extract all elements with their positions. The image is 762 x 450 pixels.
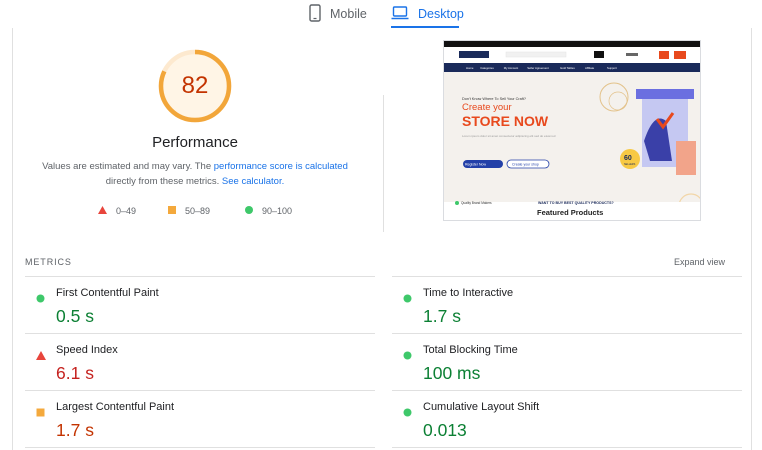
description-text-2: directly from these metrics. — [105, 176, 222, 187]
preview-footer-left: Quality Brand Makers — [461, 201, 492, 205]
preview-featured-products: Featured Products — [537, 208, 603, 217]
circle-icon — [245, 206, 253, 216]
preview-eyebrow: Don't Know Where To Sell Your Craft? — [462, 97, 526, 101]
metric-time-to-interactive: Time to Interactive 1.7 s — [403, 287, 733, 343]
preview-nav-item: My Account — [504, 66, 519, 70]
metric-value: 6.1 s — [56, 363, 94, 383]
circle-icon — [403, 290, 412, 308]
metrics-section-label: METRICS — [25, 257, 72, 267]
preview-nav-item: Home — [466, 66, 474, 70]
tab-desktop[interactable]: Desktop — [391, 0, 464, 28]
score-calculated-link[interactable]: performance score is calculated — [214, 161, 348, 172]
tab-desktop-label: Desktop — [418, 7, 464, 21]
legend-average-label: 50–89 — [185, 206, 211, 216]
preview-nav-item: Affiliate — [585, 66, 595, 70]
tab-mobile-label: Mobile — [330, 7, 367, 21]
metric-value: 100 ms — [423, 363, 481, 383]
performance-score: 82 — [181, 72, 209, 99]
legend-good: 90–100 — [245, 204, 292, 218]
metric-name: Cumulative Layout Shift — [423, 401, 540, 413]
preview-nav-item: Categories — [480, 66, 494, 70]
metric-name: Speed Index — [56, 344, 118, 356]
metric-total-blocking-time: Total Blocking Time 100 ms — [403, 344, 733, 400]
preview-footer-tagline: WANT TO BUY BEST QUALITY PRODUCTS? — [538, 201, 614, 205]
metric-speed-index: Speed Index 6.1 s — [36, 344, 366, 400]
circle-icon — [403, 347, 412, 365]
preview-nav-item: Seller Agreement — [527, 66, 549, 70]
preview-sub-text: Lorem ipsum dolor sit amet consectetur a… — [462, 134, 556, 138]
preview-nav-item: Support — [607, 66, 617, 70]
preview-button-primary: Register Now — [465, 163, 486, 167]
expand-view-button[interactable]: Expand view — [674, 257, 725, 267]
metrics-divider — [392, 276, 742, 277]
preview-headline-1: Create your — [462, 102, 512, 113]
metric-value: 1.7 s — [423, 306, 461, 326]
legend-poor: 0–49 — [98, 204, 136, 218]
triangle-icon — [98, 206, 107, 216]
metric-name: Time to Interactive — [423, 287, 514, 299]
metrics-divider — [25, 276, 375, 277]
square-icon — [168, 206, 176, 216]
preview-nav-item: Gold Tables — [560, 66, 575, 70]
circle-icon — [403, 404, 412, 422]
circle-icon — [36, 290, 45, 308]
device-tabs: Mobile Desktop — [0, 0, 762, 30]
laptop-icon — [391, 5, 409, 23]
metric-largest-contentful-paint: Largest Contentful Paint 1.7 s — [36, 401, 366, 450]
square-icon — [36, 404, 45, 422]
legend-good-label: 90–100 — [262, 206, 293, 216]
legend-average: 50–89 — [168, 204, 210, 218]
legend-poor-label: 0–49 — [116, 206, 137, 216]
metric-name: Largest Contentful Paint — [56, 401, 175, 413]
metric-first-contentful-paint: First Contentful Paint 0.5 s — [36, 287, 366, 343]
see-calculator-link[interactable]: See calculator. — [222, 176, 284, 187]
metric-value: 1.7 s — [56, 420, 94, 440]
performance-description: Values are estimated and may vary. The p… — [34, 159, 356, 189]
phone-icon — [309, 3, 321, 25]
description-text: Values are estimated and may vary. The — [42, 161, 214, 172]
preview-badge: 60 — [624, 155, 632, 162]
preview-badge-sub: SELLERS — [624, 163, 636, 166]
metric-value: 0.013 — [423, 420, 467, 440]
final-screenshot-preview: Don't Know Where To Sell Your Craft? Cre… — [443, 40, 701, 221]
triangle-icon — [36, 347, 46, 365]
tab-mobile[interactable]: Mobile — [309, 0, 367, 28]
metric-value: 0.5 s — [56, 306, 94, 326]
metric-cumulative-layout-shift: Cumulative Layout Shift 0.013 — [403, 401, 733, 450]
metric-name: Total Blocking Time — [423, 344, 518, 356]
preview-button-secondary: Create your shop — [512, 163, 539, 167]
preview-headline-2: STORE NOW — [462, 113, 549, 129]
performance-title: Performance — [152, 134, 238, 151]
metric-name: First Contentful Paint — [56, 287, 159, 299]
vertical-divider — [383, 95, 384, 232]
